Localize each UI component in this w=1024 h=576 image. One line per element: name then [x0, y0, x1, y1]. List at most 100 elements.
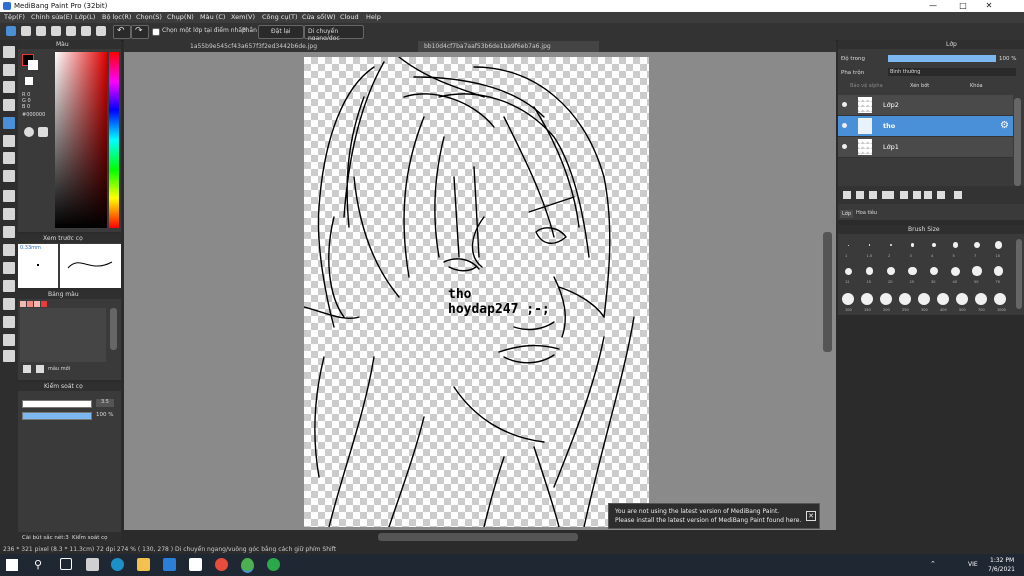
lock-label[interactable]: Khóa	[970, 83, 983, 89]
canvas-vertical-scrollbar[interactable]	[823, 232, 832, 352]
brush-size-value[interactable]: 3.5	[96, 399, 114, 407]
menu-layer[interactable]: Lớp(L)	[75, 13, 95, 21]
tab-document-2[interactable]: bb10d4cf7ba7aaf53b6de1ba9f6eb7a6.jpg	[418, 41, 599, 52]
brush-size-option[interactable]	[861, 293, 873, 305]
menu-file[interactable]: Tệp(F)	[4, 13, 25, 21]
snap-checkbox[interactable]	[152, 28, 160, 36]
file-explorer-icon[interactable]	[137, 558, 150, 571]
clock-date[interactable]: 7/6/2021	[988, 566, 1015, 573]
brush-size-option[interactable]	[937, 293, 949, 305]
notice-close-button[interactable]: ✕	[806, 511, 816, 521]
brush-size-option[interactable]	[994, 293, 1006, 305]
magic-wand-icon[interactable]	[3, 226, 15, 238]
menu-capture[interactable]: Chụp(N)	[167, 13, 194, 21]
save-icon[interactable]	[51, 26, 61, 36]
grid-icon[interactable]	[81, 26, 91, 36]
layer-row-2[interactable]: tho ⚙	[838, 116, 1013, 137]
palette-swatch[interactable]	[34, 301, 40, 307]
brush-size-option[interactable]	[918, 293, 930, 305]
canvas-horizontal-scrollbar[interactable]	[378, 533, 578, 541]
rect-select-icon[interactable]	[3, 190, 15, 202]
brush-opacity-slider[interactable]	[22, 412, 92, 420]
language-indicator[interactable]: VIE	[968, 561, 978, 568]
brush-size-option[interactable]	[956, 293, 968, 305]
search-icon[interactable]: ⚲	[34, 558, 47, 571]
transparent-swatch[interactable]	[25, 77, 33, 85]
delete-layer-icon[interactable]	[954, 191, 962, 199]
medibang-icon[interactable]	[267, 558, 280, 571]
shape-tool-icon[interactable]	[3, 81, 15, 93]
tab-layers[interactable]: Lớp	[840, 210, 854, 218]
color-wheel-icon[interactable]	[24, 127, 34, 137]
palette-new-icon[interactable]	[23, 365, 31, 373]
brush-size-option[interactable]	[880, 293, 892, 305]
export-icon[interactable]	[66, 26, 76, 36]
update-notice[interactable]: You are not using the latest version of …	[608, 503, 820, 529]
cloud-icon[interactable]	[6, 26, 16, 36]
store-icon[interactable]	[86, 558, 99, 571]
hand-tool-icon[interactable]	[3, 350, 15, 362]
new-halftone-layer-icon[interactable]	[856, 191, 864, 199]
brush-size-option[interactable]	[975, 293, 987, 305]
layer-settings-icon[interactable]	[937, 191, 945, 199]
visibility-icon[interactable]	[842, 144, 847, 149]
palette-swatch[interactable]	[41, 301, 47, 307]
visibility-icon[interactable]	[842, 123, 847, 128]
brush-size-option[interactable]	[899, 293, 911, 305]
menu-edit[interactable]: Chỉnh sửa(E)	[31, 13, 72, 21]
palette-swatch[interactable]	[20, 301, 26, 307]
duplicate-layer-icon[interactable]	[924, 191, 932, 199]
brush-size-scrollbar[interactable]	[1016, 239, 1022, 309]
maximize-button[interactable]: □	[950, 0, 976, 12]
menu-filter[interactable]: Bộ lọc(R)	[102, 13, 131, 21]
brush-size-option[interactable]	[887, 267, 895, 275]
gear-icon[interactable]: ⚙	[1000, 120, 1009, 131]
app-icon-2[interactable]	[189, 558, 202, 571]
background-swatch[interactable]	[28, 60, 38, 70]
dropper-icon[interactable]	[3, 334, 15, 346]
hue-slider[interactable]	[109, 52, 119, 228]
lasso-icon[interactable]	[3, 208, 15, 220]
tray-chevron-icon[interactable]: ⌃	[930, 560, 936, 568]
brush-size-option[interactable]	[910, 243, 915, 247]
undo-button[interactable]: ↶	[113, 25, 131, 39]
close-button[interactable]: ✕	[976, 0, 1002, 12]
select-pen-icon[interactable]	[3, 244, 15, 256]
menu-color[interactable]: Màu (C)	[200, 13, 225, 21]
brush-size-option[interactable]	[951, 266, 960, 276]
chrome-icon[interactable]	[215, 558, 228, 571]
blend-mode-select[interactable]: Bình thường	[888, 68, 1016, 76]
text-tool-icon[interactable]	[3, 280, 15, 292]
new-layer-icon[interactable]	[843, 191, 851, 199]
eyedropper-icon[interactable]	[3, 316, 15, 328]
move-tool-icon[interactable]	[3, 117, 15, 129]
menu-cloud[interactable]: Cloud	[340, 13, 359, 21]
windows-start-icon[interactable]	[6, 559, 18, 571]
tab-brush-control[interactable]: Kiểm soát cọ	[72, 535, 108, 541]
menu-window[interactable]: Cửa sổ(W)	[302, 13, 336, 21]
reset-button[interactable]: Đặt lại	[258, 25, 304, 39]
clock-time[interactable]: 1:32 PM	[990, 557, 1014, 564]
menu-help[interactable]: Help	[366, 13, 381, 21]
layer-opacity-slider[interactable]	[888, 55, 996, 62]
tab-brush-settings[interactable]: Cài bút sắc nét:3	[22, 535, 69, 541]
document-canvas[interactable]: tho hoydap247 ;-;	[303, 56, 649, 528]
menu-tools[interactable]: Công cụ(T)	[262, 13, 298, 21]
task-view-icon[interactable]	[60, 558, 72, 570]
fill-rect-tool-icon[interactable]	[3, 135, 15, 147]
brush-size-option[interactable]	[842, 293, 854, 305]
select-eraser-icon[interactable]	[3, 262, 15, 274]
tab-navigator[interactable]: Hoa tiêu	[856, 210, 877, 216]
layer-row-3[interactable]: Lớp1	[838, 137, 1013, 158]
operation-tool-icon[interactable]	[3, 298, 15, 310]
layer-row-1[interactable]: Lớp2	[838, 95, 1013, 116]
chrome-active-icon[interactable]	[241, 558, 254, 573]
snap-icon[interactable]	[96, 26, 106, 36]
brush-size-option[interactable]	[952, 242, 959, 248]
new-8bit-layer-icon[interactable]	[869, 191, 877, 199]
menu-select[interactable]: Chọn(S)	[136, 13, 162, 21]
folder-icon[interactable]	[900, 191, 908, 199]
ie-icon[interactable]	[163, 558, 176, 571]
brush-size-option[interactable]	[847, 244, 849, 246]
minimize-button[interactable]: —	[920, 0, 946, 12]
